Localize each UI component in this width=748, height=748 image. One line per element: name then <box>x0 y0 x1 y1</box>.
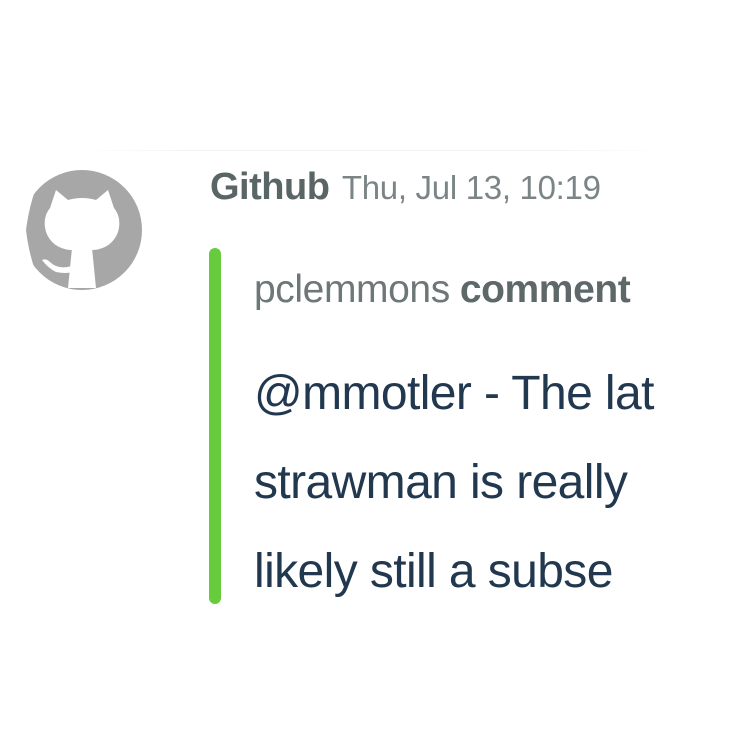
sender-name[interactable]: Github <box>210 166 330 208</box>
message-divider <box>72 150 672 151</box>
message-header: Github Thu, Jul 13, 10:19 <box>210 166 601 209</box>
attachment-accent-bar <box>209 248 221 604</box>
attachment-text-line: strawman is really <box>254 456 628 509</box>
message-timestamp[interactable]: Thu, Jul 13, 10:19 <box>342 169 601 206</box>
attachment: pclemmons comment @mmotler - The lat stra… <box>254 262 748 622</box>
attachment-author[interactable]: pclemmons <box>254 268 450 311</box>
github-octocat-icon <box>22 168 142 292</box>
attachment-text-line: likely still a subse <box>254 545 613 598</box>
avatar[interactable] <box>22 168 142 292</box>
attachment-action: comment <box>459 268 631 311</box>
attachment-text-line: @mmotler - The lat <box>254 367 654 420</box>
attachment-author-line: pclemmons comment <box>254 268 631 312</box>
